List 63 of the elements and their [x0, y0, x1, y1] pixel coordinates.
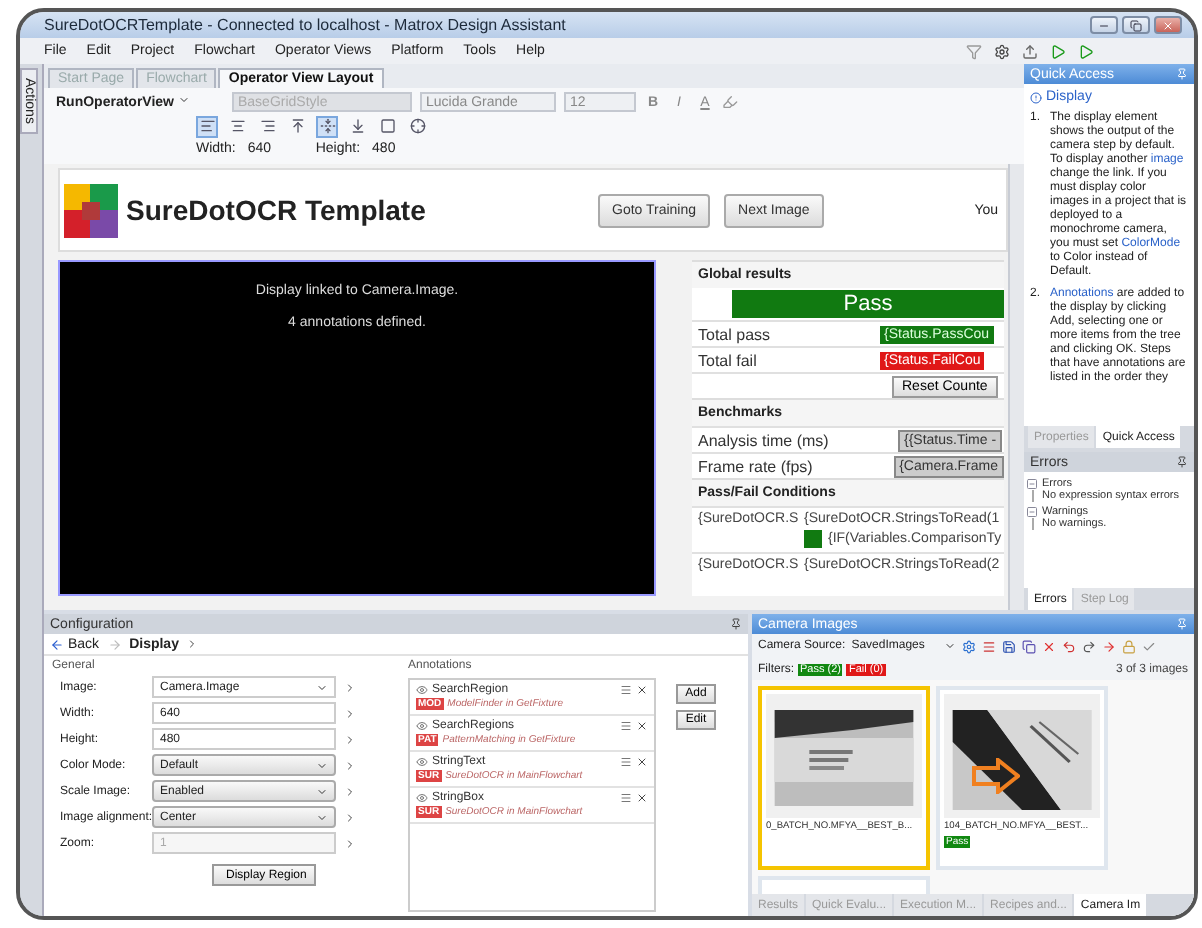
pin-icon[interactable]	[1176, 456, 1188, 468]
caret-icon	[316, 785, 328, 797]
save-icon[interactable]	[1001, 639, 1016, 653]
result-label: Total fail	[696, 351, 759, 369]
collapse-icon[interactable]	[1026, 506, 1038, 518]
chevron-icon[interactable]	[344, 707, 356, 719]
chevron-icon[interactable]	[186, 638, 199, 650]
caret-icon	[316, 759, 328, 771]
undo-icon[interactable]	[1061, 639, 1076, 653]
result-label: Total pass	[696, 325, 773, 343]
settings-icon[interactable]	[994, 43, 1010, 59]
chevron-icon[interactable]	[344, 837, 356, 849]
filter-icon[interactable]	[966, 43, 982, 59]
chevron-icon[interactable]	[344, 759, 356, 771]
eye-icon	[416, 720, 428, 732]
settings-icon[interactable]	[961, 639, 976, 653]
status-bar: Pass	[732, 290, 1004, 318]
list-icon[interactable]	[620, 720, 632, 732]
pin-icon[interactable]	[730, 618, 742, 630]
remove-icon[interactable]	[636, 756, 648, 768]
close-icon[interactable]	[1162, 19, 1174, 31]
collapse-icon[interactable]	[1026, 478, 1038, 490]
redo-icon[interactable]	[1081, 639, 1096, 653]
list-icon[interactable]	[620, 792, 632, 804]
list-icon[interactable]	[981, 639, 996, 653]
arrow-right-icon[interactable]	[1101, 639, 1116, 653]
chevron-icon[interactable]	[344, 811, 356, 823]
chevron-icon[interactable]	[344, 785, 356, 797]
upload-icon[interactable]	[1022, 43, 1038, 59]
caret-icon	[316, 811, 328, 823]
remove-icon[interactable]	[636, 792, 648, 804]
delete-icon[interactable]	[1041, 639, 1056, 653]
info-icon	[1030, 91, 1042, 103]
caret-icon	[316, 681, 328, 693]
eye-icon	[416, 792, 428, 804]
close-button[interactable]	[1154, 16, 1182, 34]
scrollbar[interactable]	[1008, 164, 1024, 610]
minimize-button[interactable]	[1090, 16, 1118, 34]
eye-icon	[416, 756, 428, 768]
copy-icon[interactable]	[1021, 639, 1036, 653]
window-title: SureDotOCRTemplate - Connected to localhost - Matrox Design Assistant	[44, 16, 568, 34]
check-icon[interactable]	[1141, 639, 1156, 653]
logo-icon	[64, 183, 118, 237]
chevron-icon[interactable]	[344, 733, 356, 745]
minimize-icon[interactable]	[1098, 19, 1110, 31]
caret-icon	[177, 94, 190, 107]
play-icon[interactable]	[1050, 43, 1066, 59]
highlighter-icon[interactable]	[722, 94, 738, 111]
remove-icon[interactable]	[636, 720, 648, 732]
eye-icon	[416, 684, 428, 696]
status-square-icon	[804, 530, 822, 548]
remove-icon[interactable]	[636, 684, 648, 696]
list-icon[interactable]	[620, 756, 632, 768]
caret-icon	[943, 640, 956, 652]
back-icon[interactable]	[50, 637, 64, 651]
restore-button[interactable]	[1122, 16, 1150, 34]
chevron-icon[interactable]	[344, 681, 356, 693]
view-title: SureDotOCR Template	[126, 194, 428, 226]
list-icon[interactable]	[620, 684, 632, 696]
restore-icon[interactable]	[1130, 19, 1142, 31]
result-label: Frame rate (fps)	[696, 457, 815, 475]
result-label: Analysis time (ms)	[696, 431, 831, 449]
lock-icon[interactable]	[1121, 639, 1136, 653]
